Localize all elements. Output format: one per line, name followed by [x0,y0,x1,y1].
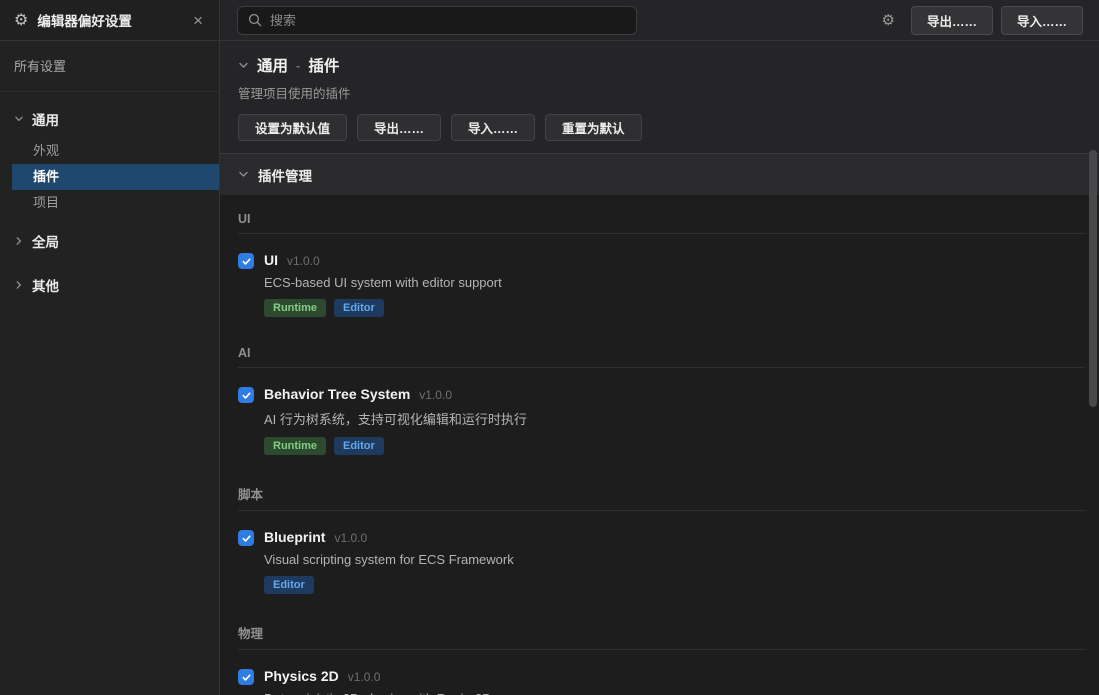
plugin-row: Physics 2D v1.0.0 Deterministic 2D physics… [238,668,1085,695]
plugin-name: Blueprint [264,529,325,545]
plugin-badges: Runtime Editor [264,437,527,455]
plugin-list: UI UI v1.0.0 ECS-based UI system with edito… [220,195,1099,695]
settings-gear-icon[interactable]: ⚙ [882,13,895,28]
plugin-description: AI 行为树系统，支持可视化编辑和运行时执行 [264,409,527,428]
divider [238,367,1085,368]
sidebar-group-general[interactable]: 通用 [0,100,219,138]
import-button[interactable]: 导入…… [1001,6,1083,35]
sidebar: ⚙ 编辑器偏好设置 × 所有设置 通用外观插件项目全局其他 [0,0,220,695]
sidebar-item-all-settings[interactable]: 所有设置 [0,41,219,92]
plugin-name: UI [264,252,278,268]
plugin-row: Behavior Tree System v1.0.0 AI 行为树系统，支持可视化… [238,386,1085,467]
page-actions: 设置为默认值导出…… 导入…… 重置为默认 [238,114,1081,141]
runtime-badge: Runtime [264,437,326,455]
reset-default-button[interactable]: 重置为默认 [545,114,642,141]
export-button[interactable]: 导出…… [357,114,441,141]
sidebar-group-global[interactable]: 全局 [0,222,219,260]
plugin-description: Visual scripting system for ECS Framewor… [264,552,514,567]
sidebar-item-project[interactable]: 项目 [12,190,219,216]
section-title: 插件管理 [258,165,312,185]
export-button[interactable]: 导出…… [911,6,993,35]
plugin-category: 物理 Physics 2D v1.0.0 Deterministic 2D physi… [238,606,1085,695]
editor-badge: Editor [334,437,384,455]
breadcrumb-section: 通用 [257,54,288,76]
plugin-enabled-checkbox[interactable] [238,530,254,546]
preferences-window: ⚙ 编辑器偏好设置 × 所有设置 通用外观插件项目全局其他 ⚙ 导出…… 导入…… [0,0,1099,695]
scrollbar-thumb[interactable] [1089,150,1097,407]
plugin-category: AI Behavior Tree System v1.0.0 AI 行为树系统，支持可… [238,329,1085,467]
breadcrumb-separator: - [296,58,300,73]
sidebar-group-other[interactable]: 其他 [0,266,219,304]
import-button[interactable]: 导入…… [451,114,535,141]
plugin-description: Deterministic 2D physics with Rapier2D [264,691,492,695]
set-default-button[interactable]: 设置为默认值 [238,114,347,141]
plugin-version: v1.0.0 [287,254,320,268]
sidebar-item-plugins[interactable]: 插件 [12,164,219,190]
plugin-version: v1.0.0 [348,670,381,684]
search-input[interactable] [270,13,626,28]
divider [238,233,1085,234]
plugin-version: v1.0.0 [419,388,452,402]
plugin-category: UI UI v1.0.0 ECS-based UI system with edito… [238,195,1085,329]
editor-badge: Editor [334,299,384,317]
plugin-enabled-checkbox[interactable] [238,253,254,269]
plugin-badges: Runtime Editor [264,299,502,317]
sidebar-item-appearance[interactable]: 外观 [12,138,219,164]
chevron-right-icon [14,236,24,246]
page-header: 通用 - 插件 管理项目使用的插件 设置为默认值导出…… 导入…… 重置为默认 [220,41,1099,154]
plugin-category: 脚本 Blueprint v1.0.0 Visual scripting system… [238,467,1085,606]
breadcrumb-current: 插件 [308,54,339,76]
plugin-name: Behavior Tree System [264,386,410,402]
chevron-right-icon [14,280,24,290]
plugin-row: Blueprint v1.0.0 Visual scripting system f… [238,529,1085,606]
editor-badge: Editor [264,576,314,594]
sidebar-group-label: 通用 [32,109,59,129]
breadcrumb[interactable]: 通用 - 插件 [238,54,1081,76]
close-icon[interactable]: × [189,10,207,31]
search-box[interactable] [237,6,637,35]
category-label: AI [238,346,1085,360]
chevron-down-icon [238,169,249,180]
divider [238,649,1085,650]
section-plugin-management[interactable]: 插件管理 [220,154,1099,195]
runtime-badge: Runtime [264,299,326,317]
sidebar-header: ⚙ 编辑器偏好设置 × [0,0,219,41]
plugin-enabled-checkbox[interactable] [238,387,254,403]
gear-icon: ⚙ [14,12,28,28]
plugin-name: Physics 2D [264,668,339,684]
sidebar-group-label: 其他 [32,275,59,295]
page-subtitle: 管理项目使用的插件 [238,83,1081,102]
chevron-down-icon [238,60,249,71]
plugin-enabled-checkbox[interactable] [238,669,254,685]
settings-tree: 通用外观插件项目全局其他 [0,92,219,304]
chevron-down-icon [14,114,24,124]
category-label: 物理 [238,623,1085,642]
category-label: UI [238,212,1085,226]
sidebar-group-label: 全局 [32,231,59,251]
dialog-title: 编辑器偏好设置 [37,10,189,30]
plugin-version: v1.0.0 [334,531,367,545]
divider [238,510,1085,511]
search-icon [248,13,262,27]
plugin-row: UI v1.0.0 ECS-based UI system with editor … [238,252,1085,329]
category-label: 脚本 [238,484,1085,503]
main-panel: ⚙ 导出…… 导入…… 通用 - 插件 管理项目使用的插件 设置为默认值导出……… [220,0,1099,695]
topbar: ⚙ 导出…… 导入…… [220,0,1099,41]
plugin-badges: Editor [264,576,514,594]
plugin-description: ECS-based UI system with editor support [264,275,502,290]
sidebar-children: 外观插件项目 [12,138,219,216]
